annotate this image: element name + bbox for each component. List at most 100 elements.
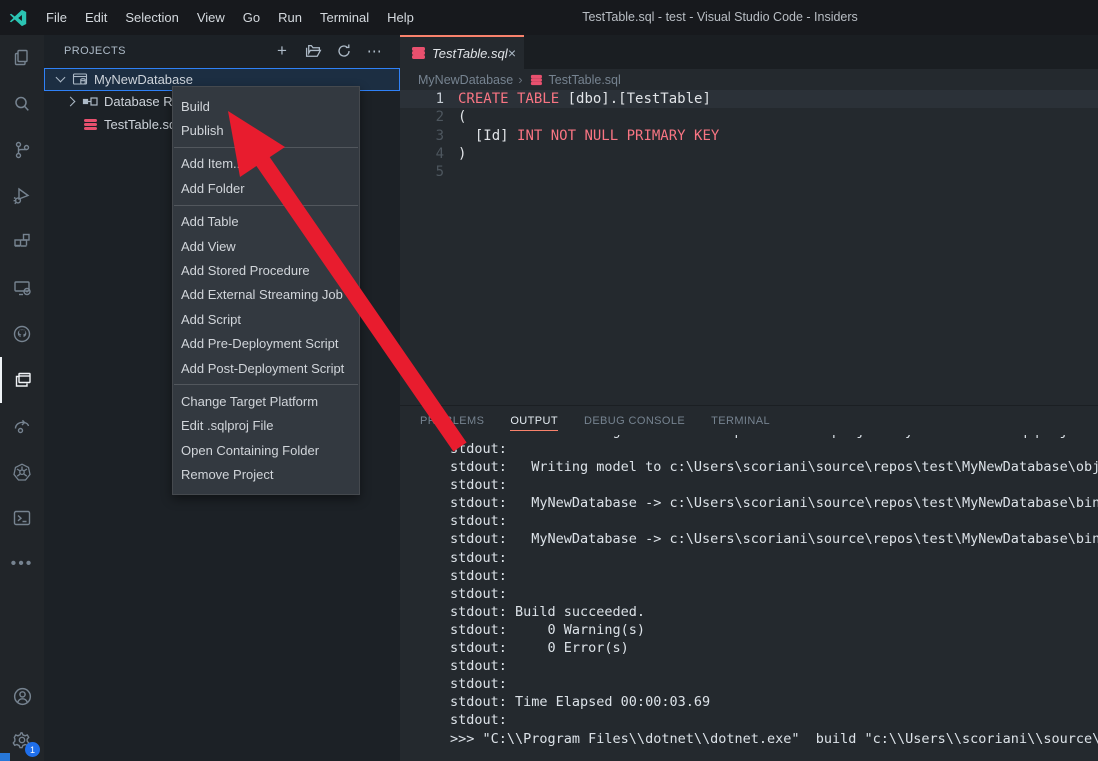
tree-item-label: TestTable.sql (104, 117, 179, 132)
menu-separator (174, 205, 358, 206)
breadcrumb[interactable]: MyNewDatabase › TestTable.sql (400, 69, 1098, 90)
output-line: stdout: (450, 711, 1098, 729)
code-text: ( (444, 108, 466, 126)
panel-tab-problems[interactable]: PROBLEMS (420, 406, 484, 435)
status-bar-remote-fragment[interactable] (0, 753, 10, 761)
code-line-5[interactable]: 5 (400, 163, 1098, 181)
output-line: stdout: (450, 549, 1098, 567)
code-text (444, 163, 458, 181)
sidebar-actions: + ⋯ (273, 42, 384, 60)
reference-icon (82, 94, 98, 110)
code-line-2[interactable]: 2( (400, 108, 1098, 126)
more-actions-icon[interactable]: ⋯ (366, 42, 384, 60)
context-menu-item-edit-sqlproj-file[interactable]: Edit .sqlproj File (173, 414, 359, 438)
panel-tab-debug-console[interactable]: DEBUG CONSOLE (584, 406, 685, 435)
menu-edit[interactable]: Edit (76, 0, 116, 35)
explorer-icon[interactable] (0, 35, 44, 81)
menu-go[interactable]: Go (234, 0, 269, 35)
context-menu-item-add-folder[interactable]: Add Folder (173, 176, 359, 200)
context-menu-item-add-table[interactable]: Add Table (173, 210, 359, 234)
github-icon[interactable] (0, 311, 44, 357)
code-line-4[interactable]: 4) (400, 145, 1098, 163)
line-number: 1 (400, 90, 444, 108)
accounts-icon[interactable] (0, 673, 44, 719)
output-line: stdout: 0 Error(s) (450, 639, 1098, 657)
context-menu-item-change-target-platform[interactable]: Change Target Platform (173, 389, 359, 413)
menu-run[interactable]: Run (269, 0, 311, 35)
menu-help[interactable]: Help (378, 0, 423, 35)
tab-testtable-sql[interactable]: TestTable.sql × (400, 35, 524, 69)
line-number: 5 (400, 163, 444, 181)
context-menu-item-add-item[interactable]: Add Item... (173, 152, 359, 176)
powershell-icon[interactable] (0, 495, 44, 541)
panel-tab-terminal[interactable]: TERMINAL (711, 406, 770, 435)
tab-label: TestTable.sql (432, 46, 508, 61)
context-menu-item-add-external-streaming-job[interactable]: Add External Streaming Job (173, 283, 359, 307)
output-line: stdout: Build succeeded. (450, 603, 1098, 621)
editor-group: TestTable.sql × MyNewDatabase › TestTabl… (400, 35, 1098, 761)
refresh-icon[interactable] (335, 42, 353, 60)
code-text: [Id] INT NOT NULL PRIMARY KEY (444, 127, 719, 145)
context-menu-item-add-view[interactable]: Add View (173, 234, 359, 258)
menu-file[interactable]: File (37, 0, 76, 35)
line-number: 2 (400, 108, 444, 126)
menu-selection[interactable]: Selection (116, 0, 187, 35)
remote-explorer-icon[interactable] (0, 265, 44, 311)
menu-view[interactable]: View (188, 0, 234, 35)
context-menu-item-publish[interactable]: Publish (173, 118, 359, 142)
line-number: 3 (400, 127, 444, 145)
chevron-spacer (67, 121, 74, 128)
chevron-down-icon[interactable] (56, 73, 66, 83)
output-line: stdout: (450, 585, 1098, 603)
code-editor[interactable]: 1CREATE TABLE [dbo].[TestTable]2(3 [Id] … (400, 90, 1098, 404)
chevron-right-icon[interactable] (66, 97, 76, 107)
menu-separator (174, 147, 358, 148)
output-line: stdout: 0 Warning(s) (450, 621, 1098, 639)
project-icon (72, 71, 88, 87)
context-menu-item-add-stored-procedure[interactable]: Add Stored Procedure (173, 258, 359, 282)
kubernetes-icon[interactable] (0, 449, 44, 495)
vscode-window: FileEditSelectionViewGoRunTerminalHelp T… (0, 0, 1098, 761)
output-line: stdout: (450, 476, 1098, 494)
add-project-icon[interactable]: + (273, 42, 291, 60)
title-bar: FileEditSelectionViewGoRunTerminalHelp T… (0, 0, 1098, 35)
database-file-icon (410, 45, 426, 61)
bottom-panel: PROBLEMS OUTPUT DEBUG CONSOLE TERMINAL stdo… (400, 405, 1098, 761)
more-views-icon[interactable]: ••• (0, 541, 44, 587)
breadcrumb-file[interactable]: TestTable.sql (549, 73, 621, 87)
vscode-insiders-logo-icon (9, 9, 27, 27)
output-line: stdout: MyNewDatabase -> c:\Users\scoria… (450, 530, 1098, 548)
tab-close-icon[interactable]: × (508, 46, 516, 60)
database-projects-icon[interactable] (0, 357, 44, 403)
menu-terminal[interactable]: Terminal (311, 0, 378, 35)
context-menu-item-build[interactable]: Build (173, 94, 359, 118)
output-line: stdout: MyNewDatabase -> c:\Users\scoria… (450, 494, 1098, 512)
context-menu-item-remove-project[interactable]: Remove Project (173, 462, 359, 486)
output-line: stdout: Writing model to c:\Users\scoria… (450, 458, 1098, 476)
live-share-icon[interactable] (0, 403, 44, 449)
output-line: stdout: (450, 657, 1098, 675)
open-folder-icon[interactable] (304, 42, 322, 60)
context-menu-item-add-post-deployment-script[interactable]: Add Post-Deployment Script (173, 356, 359, 380)
context-menu-item-add-script[interactable]: Add Script (173, 307, 359, 331)
menu-separator (174, 384, 358, 385)
code-line-3[interactable]: 3 [Id] INT NOT NULL PRIMARY KEY (400, 127, 1098, 145)
context-menu-item-open-containing-folder[interactable]: Open Containing Folder (173, 438, 359, 462)
run-and-debug-icon[interactable] (0, 173, 44, 219)
code-text: CREATE TABLE [dbo].[TestTable] (444, 90, 711, 108)
editor-tab-bar: TestTable.sql × (400, 35, 1098, 69)
context-menu-item-add-pre-deployment-script[interactable]: Add Pre-Deployment Script (173, 332, 359, 356)
breadcrumb-file-icon (529, 73, 543, 87)
line-number: 4 (400, 145, 444, 163)
panel-tab-output[interactable]: OUTPUT (510, 406, 558, 435)
extensions-icon[interactable] (0, 219, 44, 265)
breadcrumb-project[interactable]: MyNewDatabase (418, 73, 513, 87)
search-icon[interactable] (0, 81, 44, 127)
tree-item-label: MyNewDatabase (94, 72, 193, 87)
output-console[interactable]: stdout: Creating a model to represent th… (400, 435, 1098, 761)
source-control-icon[interactable] (0, 127, 44, 173)
activity-bar: ••• 1 (0, 35, 44, 761)
output-line: stdout: (450, 567, 1098, 585)
menu-bar: FileEditSelectionViewGoRunTerminalHelp (37, 0, 423, 35)
code-line-1[interactable]: 1CREATE TABLE [dbo].[TestTable] (400, 90, 1098, 108)
